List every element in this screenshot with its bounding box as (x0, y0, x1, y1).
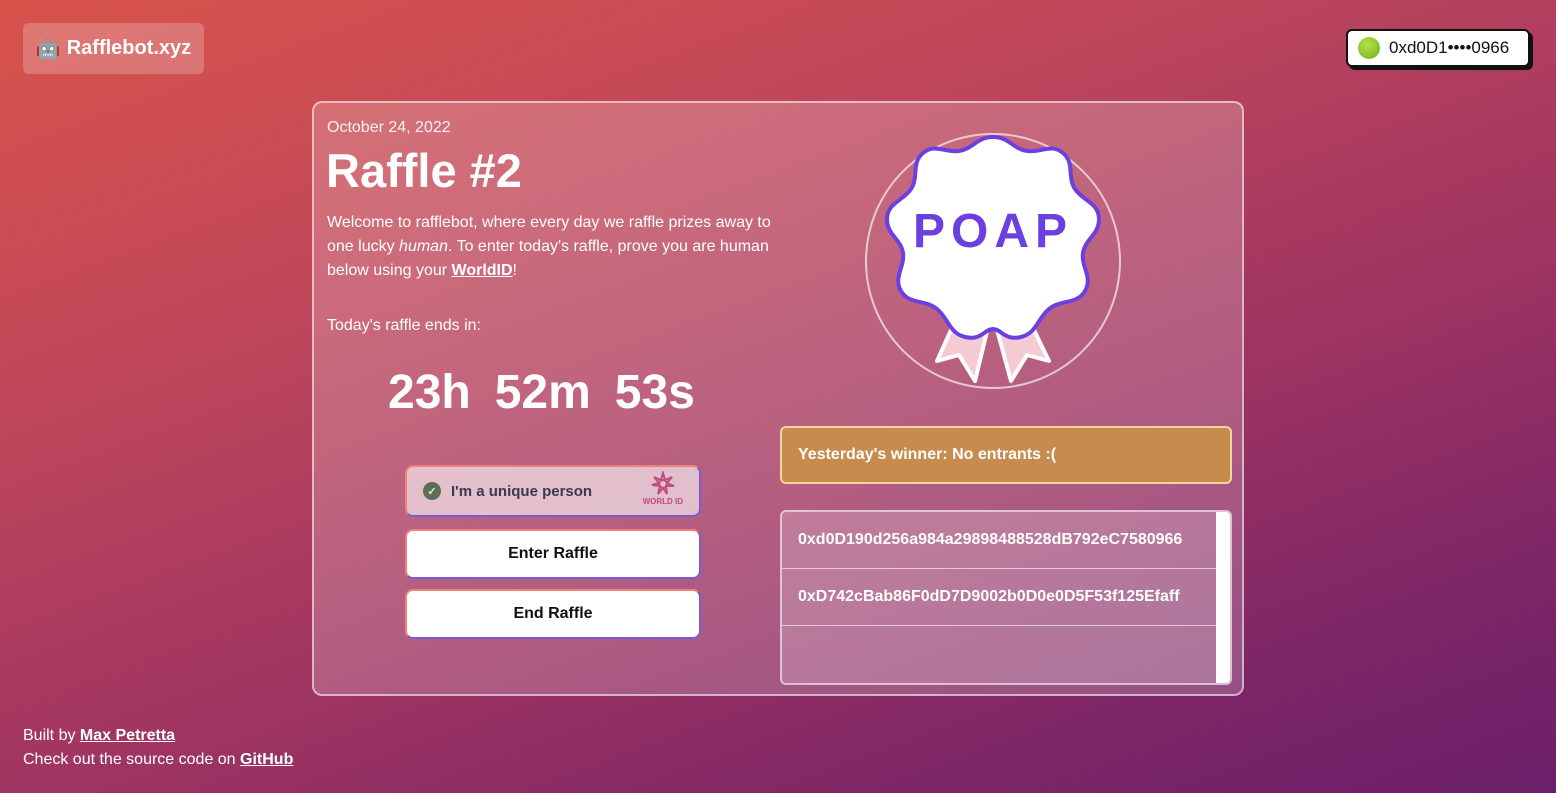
wallet-button[interactable]: 0xd0D1••••0966 (1346, 29, 1530, 67)
raffle-card: October 24, 2022 Raffle #2 Welcome to ra… (312, 101, 1244, 696)
end-raffle-button[interactable]: End Raffle (405, 589, 701, 639)
wallet-avatar-icon (1358, 37, 1380, 59)
poap-text: POAP (913, 205, 1073, 258)
robot-icon: 🤖 (35, 38, 61, 60)
github-link[interactable]: GitHub (240, 751, 293, 768)
timer-minutes: 52m (494, 366, 591, 419)
check-icon: ✓ (423, 482, 441, 500)
author-link[interactable]: Max Petretta (80, 727, 175, 744)
worldid-brand: WORLD ID (642, 497, 683, 506)
home-logo-button[interactable]: 🤖 Rafflebot.xyz (23, 23, 204, 74)
entrants-scrollbar[interactable] (1216, 512, 1230, 683)
timer-seconds: 53s (614, 366, 695, 419)
footer: Built by Max Petretta Check out the sour… (23, 724, 293, 772)
enter-raffle-button[interactable]: Enter Raffle (405, 529, 701, 579)
worldid-flower-icon (651, 471, 675, 495)
raffle-title: Raffle #2 (326, 144, 522, 197)
raffle-description: Welcome to rafflebot, where every day we… (327, 211, 797, 283)
worldid-logo: WORLD ID (643, 471, 683, 506)
footer-source: Check out the source code on GitHub (23, 748, 293, 772)
countdown-timer: 23h 52m 53s (388, 365, 695, 420)
worldid-verify-widget[interactable]: ✓ I'm a unique person WORLD ID (405, 465, 701, 517)
timer-hours: 23h (388, 366, 471, 419)
worldid-label: I'm a unique person (451, 482, 593, 500)
desc-emphasis: human (399, 238, 448, 255)
yesterday-winner-banner: Yesterday's winner: No entrants :( (780, 426, 1232, 484)
poap-badge: POAP (863, 119, 1123, 403)
raffle-ends-label: Today's raffle ends in: (327, 317, 481, 334)
entrant-row: 0xD742cBab86F0dD7D9002b0D0e0D5F53f125Efa… (782, 569, 1218, 626)
built-by-text: Built by (23, 727, 80, 744)
logo-text: Rafflebot.xyz (66, 37, 192, 59)
poap-badge-icon: POAP (865, 133, 1121, 389)
raffle-date: October 24, 2022 (327, 119, 451, 136)
source-text: Check out the source code on (23, 751, 241, 768)
worldid-link[interactable]: WorldID (452, 262, 513, 279)
footer-built-by: Built by Max Petretta (23, 724, 293, 748)
desc-text-end: ! (512, 262, 517, 279)
wallet-address: 0xd0D1••••0966 (1389, 38, 1510, 57)
entrants-list[interactable]: 0xd0D190d256a984a29898488528dB792eC75809… (780, 510, 1232, 685)
entrant-row: 0xd0D190d256a984a29898488528dB792eC75809… (782, 512, 1218, 569)
